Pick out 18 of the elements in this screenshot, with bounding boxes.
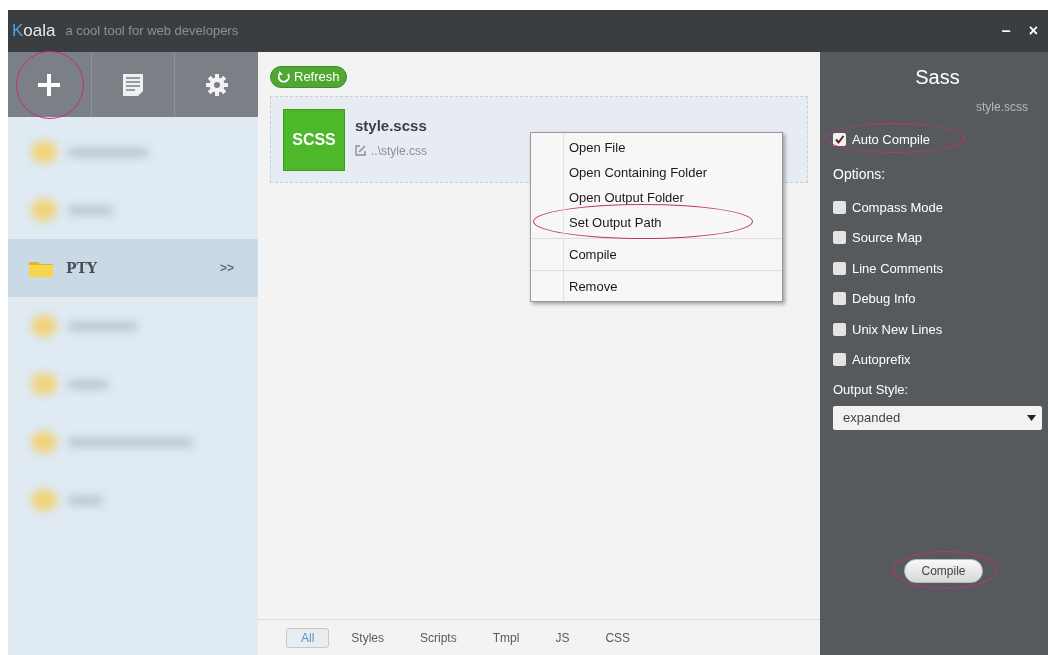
checkbox-label: Compass Mode (852, 198, 944, 217)
checkbox-label: Line Comments (852, 259, 944, 278)
checkbox-label: Unix New Lines (852, 320, 943, 339)
checkbox-label: Auto Compile (852, 131, 931, 149)
checkbox-label: Source Map (852, 229, 923, 247)
app-logo: Koala (12, 20, 56, 43)
file-name: style.scss (355, 116, 427, 136)
checkbox-label: Autoprefix (852, 351, 911, 369)
project-name: PTY (66, 258, 97, 278)
options-heading: Options: (833, 164, 887, 184)
panel-file-name: style.scss (975, 99, 1029, 116)
checkbox-label: Debug Info (852, 290, 916, 308)
output-path: ..\style.css (371, 142, 427, 160)
expand-arrow: >> (220, 260, 234, 277)
file-type-badge: SCSS (283, 108, 345, 171)
panel-title: Sass (914, 65, 961, 90)
output-style-label: Output Style: (833, 380, 910, 399)
app-tagline: a cool tool for web developers (65, 22, 239, 41)
